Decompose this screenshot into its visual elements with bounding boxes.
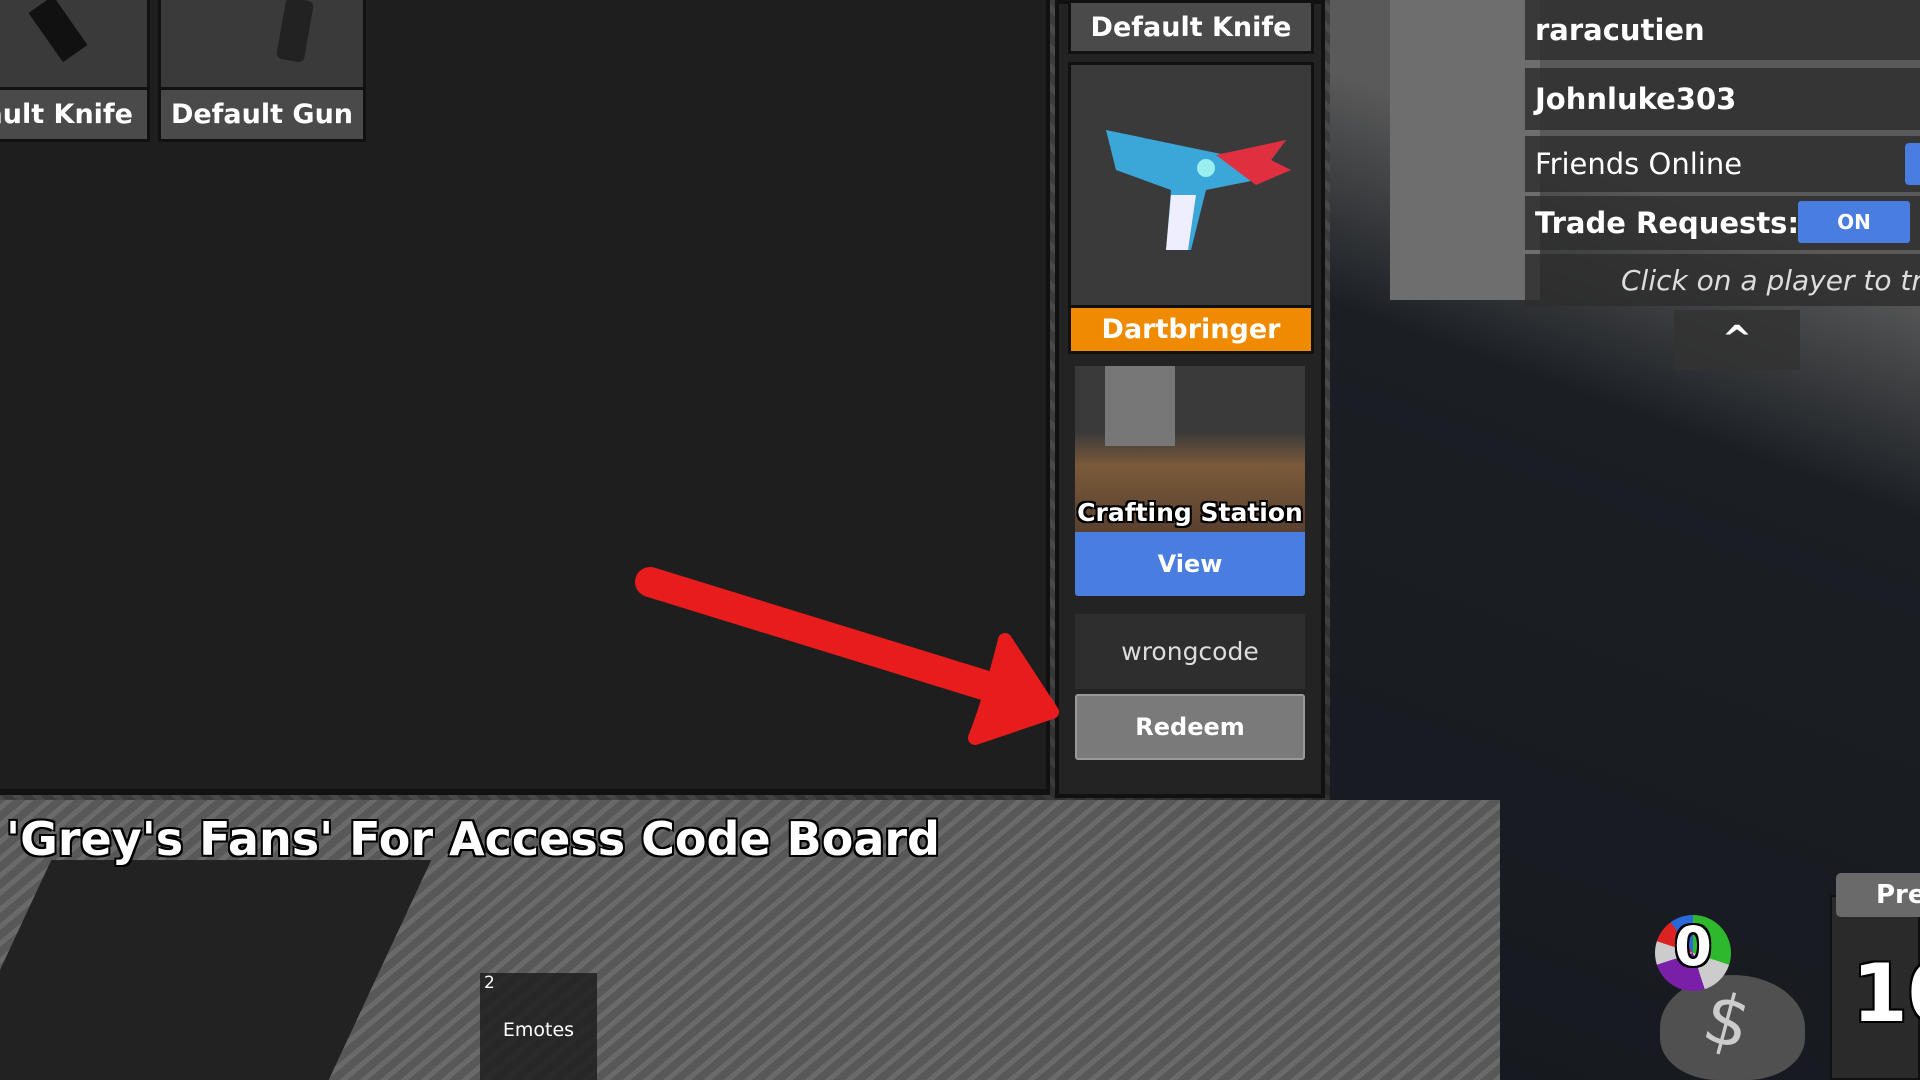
coin-count: 0 bbox=[1674, 915, 1712, 978]
code-input[interactable]: wrongcode bbox=[1075, 614, 1305, 689]
knife-icon bbox=[28, 0, 88, 63]
inventory-panel: fault Knife Default Gun bbox=[0, 0, 1050, 795]
view-button[interactable]: View bbox=[1075, 532, 1305, 596]
player-row[interactable]: raracutien bbox=[1525, 0, 1920, 60]
equipped-gun-label: Dartbringer bbox=[1071, 305, 1311, 351]
redeem-button[interactable]: Redeem bbox=[1075, 694, 1305, 760]
money-bag-icon: $ bbox=[1660, 975, 1805, 1080]
brick-wall bbox=[1390, 0, 1540, 300]
collapse-button[interactable]: ^ bbox=[1674, 310, 1800, 370]
equipped-knife-label[interactable]: Default Knife bbox=[1068, 0, 1314, 54]
dollar-icon: $ bbox=[1695, 975, 1760, 1067]
equipped-panel: Default Knife Dartbringer Crafting Stati… bbox=[1055, 0, 1325, 798]
prestige-value: 10 bbox=[1852, 947, 1920, 1040]
item-label: fault Knife bbox=[0, 87, 147, 139]
prestige-tab[interactable]: Pre bbox=[1836, 873, 1920, 917]
dartbringer-gun-icon bbox=[1106, 130, 1291, 250]
trade-requests-toggle[interactable]: ON bbox=[1798, 201, 1910, 243]
prestige-box: 10 bbox=[1830, 895, 1920, 1080]
slot-number: 2 bbox=[484, 973, 495, 993]
item-card-gun[interactable]: Default Gun bbox=[158, 0, 366, 142]
trade-hint: Click on a player to trad bbox=[1525, 254, 1920, 306]
player-row[interactable]: Johnluke303 bbox=[1525, 68, 1920, 130]
gun-icon bbox=[275, 0, 315, 63]
equipped-gun-card[interactable]: Dartbringer bbox=[1068, 62, 1314, 354]
crafting-station-image: Crafting Station bbox=[1075, 366, 1305, 532]
item-label: Default Gun bbox=[161, 87, 363, 139]
crafting-station-title: Crafting Station bbox=[1077, 497, 1303, 527]
code-board-banner: 'Grey's Fans' For Access Code Board bbox=[6, 812, 940, 866]
hotbar-slot-emotes[interactable]: 2 Emotes bbox=[480, 973, 597, 1080]
item-card-knife[interactable]: fault Knife bbox=[0, 0, 150, 142]
friends-online-label: Friends Online bbox=[1525, 136, 1920, 192]
character-icon bbox=[1105, 366, 1175, 446]
friends-toggle[interactable] bbox=[1905, 143, 1920, 185]
slot-label: Emotes bbox=[502, 1019, 575, 1041]
